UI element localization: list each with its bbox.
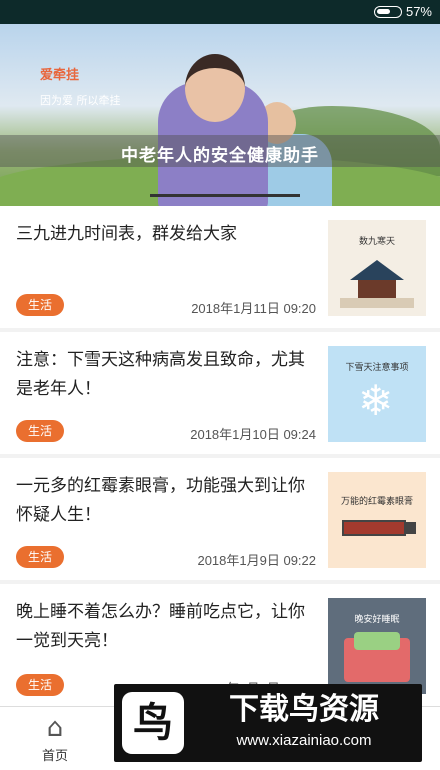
article-item[interactable]: 三九进九时间表，群发给大家 生活 2018年1月11日 09:20 数九寒天	[0, 206, 440, 328]
watermark-url: www.xiazainiao.com	[236, 732, 372, 749]
bicycle-graphic	[150, 194, 300, 206]
watermark-bird-logo: 鸟	[122, 692, 184, 754]
brand-tagline: 因为爱 所以牵挂	[40, 94, 121, 107]
ointment-tube-icon	[342, 520, 406, 536]
category-tag: 生活	[16, 546, 64, 568]
article-date: 2018年1月9日 09:22	[197, 553, 316, 568]
article-item[interactable]: 注意：下雪天这种病高发且致命，尤其是老年人！ 生活 2018年1月10日 09:…	[0, 332, 440, 454]
article-thumbnail: 数九寒天	[328, 220, 426, 316]
article-item[interactable]: 一元多的红霉素眼膏，功能强大到让你怀疑人生！ 生活 2018年1月9日 09:2…	[0, 458, 440, 580]
article-thumbnail: 下雪天注意事项 ❄	[328, 346, 426, 442]
home-icon: ⌂	[46, 713, 64, 743]
article-title: 一元多的红霉素眼膏，功能强大到让你怀疑人生！	[16, 476, 305, 525]
brand-logo: 爱牵挂	[40, 68, 80, 83]
tab-label: 首页	[41, 749, 68, 764]
category-tag: 生活	[16, 674, 64, 696]
snowflake-icon: ❄	[358, 376, 394, 425]
article-date: 2018年1月11日 09:20	[191, 301, 316, 316]
thumbnail-caption: 万能的红霉素眼膏	[340, 497, 413, 507]
battery-icon	[374, 6, 402, 18]
thumbnail-caption: 下雪天注意事项	[345, 363, 409, 373]
article-thumbnail: 晚安好睡眠	[328, 598, 426, 694]
article-title: 三九进九时间表，群发给大家	[16, 224, 237, 244]
watermark-title: 下载鸟资源	[229, 692, 379, 727]
article-thumbnail: 万能的红霉素眼膏	[328, 472, 426, 568]
watermark-overlay: 鸟 下载鸟资源 www.xiazainiao.com	[114, 684, 422, 762]
tab-home[interactable]: ⌂ 首页	[0, 707, 110, 770]
hero-banner[interactable]: 爱牵挂 因为爱 所以牵挂 中老年人的安全健康助手	[0, 24, 440, 206]
thumbnail-caption: 晚安好睡眠	[354, 615, 400, 625]
battery-percent: 57%	[405, 4, 432, 19]
category-tag: 生活	[16, 420, 64, 442]
status-bar: 57%	[0, 0, 440, 24]
banner-slogan: 中老年人的安全健康助手	[121, 146, 319, 166]
article-date: 2018年1月10日 09:24	[190, 427, 316, 442]
article-title: 晚上睡不着怎么办？睡前吃点它，让你一觉到天亮！	[16, 602, 305, 651]
category-tag: 生活	[16, 294, 64, 316]
article-title: 注意：下雪天这种病高发且致命，尤其是老年人！	[16, 350, 305, 399]
thumbnail-caption: 数九寒天	[358, 237, 395, 247]
